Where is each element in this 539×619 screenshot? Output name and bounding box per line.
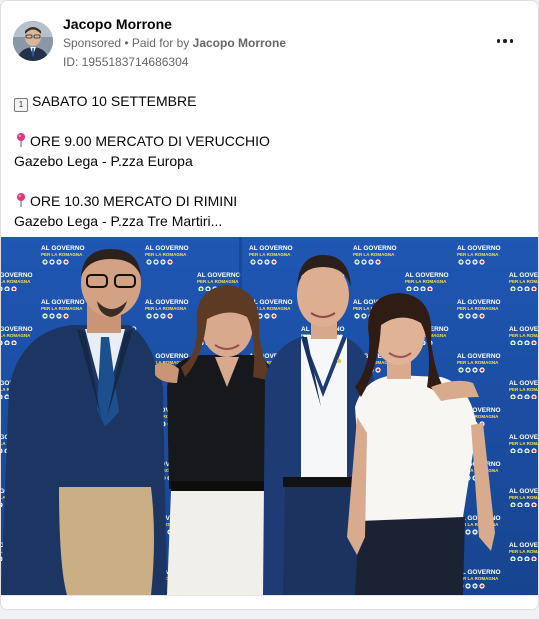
- date-text: SABATO 10 SETTEMBRE: [32, 93, 197, 109]
- group-photo-image: AL GOVERNO PER LA ROMAGNA: [1, 237, 538, 595]
- paid-by-name[interactable]: Jacopo Morrone: [193, 36, 286, 50]
- event1-place: Gazebo Lega - P.zza Europa: [14, 153, 193, 169]
- post-body: 1 SABATO 10 SETTEMBRE ORE 9.00 MERCATO DI…: [14, 91, 524, 231]
- author-name[interactable]: Jacopo Morrone: [63, 16, 172, 32]
- event1-title: ORE 9.00 MERCATO DI VERUCCHIO: [30, 133, 270, 149]
- pushpin-icon: [17, 193, 25, 207]
- event2-title-line: ORE 10.30 MERCATO DI RIMINI: [14, 191, 524, 211]
- avatar[interactable]: [13, 21, 53, 61]
- calendar-icon: 1: [14, 98, 28, 112]
- paid-for-prefix: • Paid for by: [124, 36, 190, 50]
- event2-title: ORE 10.30 MERCATO DI RIMINI: [30, 193, 238, 209]
- ad-id: ID: 1955183714686304: [63, 55, 189, 69]
- post-header: Jacopo Morrone Sponsored • Paid for by J…: [1, 1, 538, 77]
- avatar-image: [13, 21, 53, 61]
- sponsored-label: Sponsored: [63, 36, 122, 50]
- pushpin-icon: [17, 133, 25, 147]
- event2-place: Gazebo Lega - P.zza Tre Martiri...: [14, 213, 223, 229]
- sponsored-line: Sponsored • Paid for by Jacopo Morrone: [63, 36, 286, 50]
- more-options-icon[interactable]: [491, 31, 519, 51]
- post-photo[interactable]: AL GOVERNO PER LA ROMAGNA: [1, 237, 538, 595]
- post-footer: [1, 595, 538, 609]
- event1-title-line: ORE 9.00 MERCATO DI VERUCCHIO: [14, 131, 524, 151]
- date-line: 1 SABATO 10 SETTEMBRE: [14, 91, 524, 112]
- ad-post-card: Jacopo Morrone Sponsored • Paid for by J…: [1, 1, 538, 609]
